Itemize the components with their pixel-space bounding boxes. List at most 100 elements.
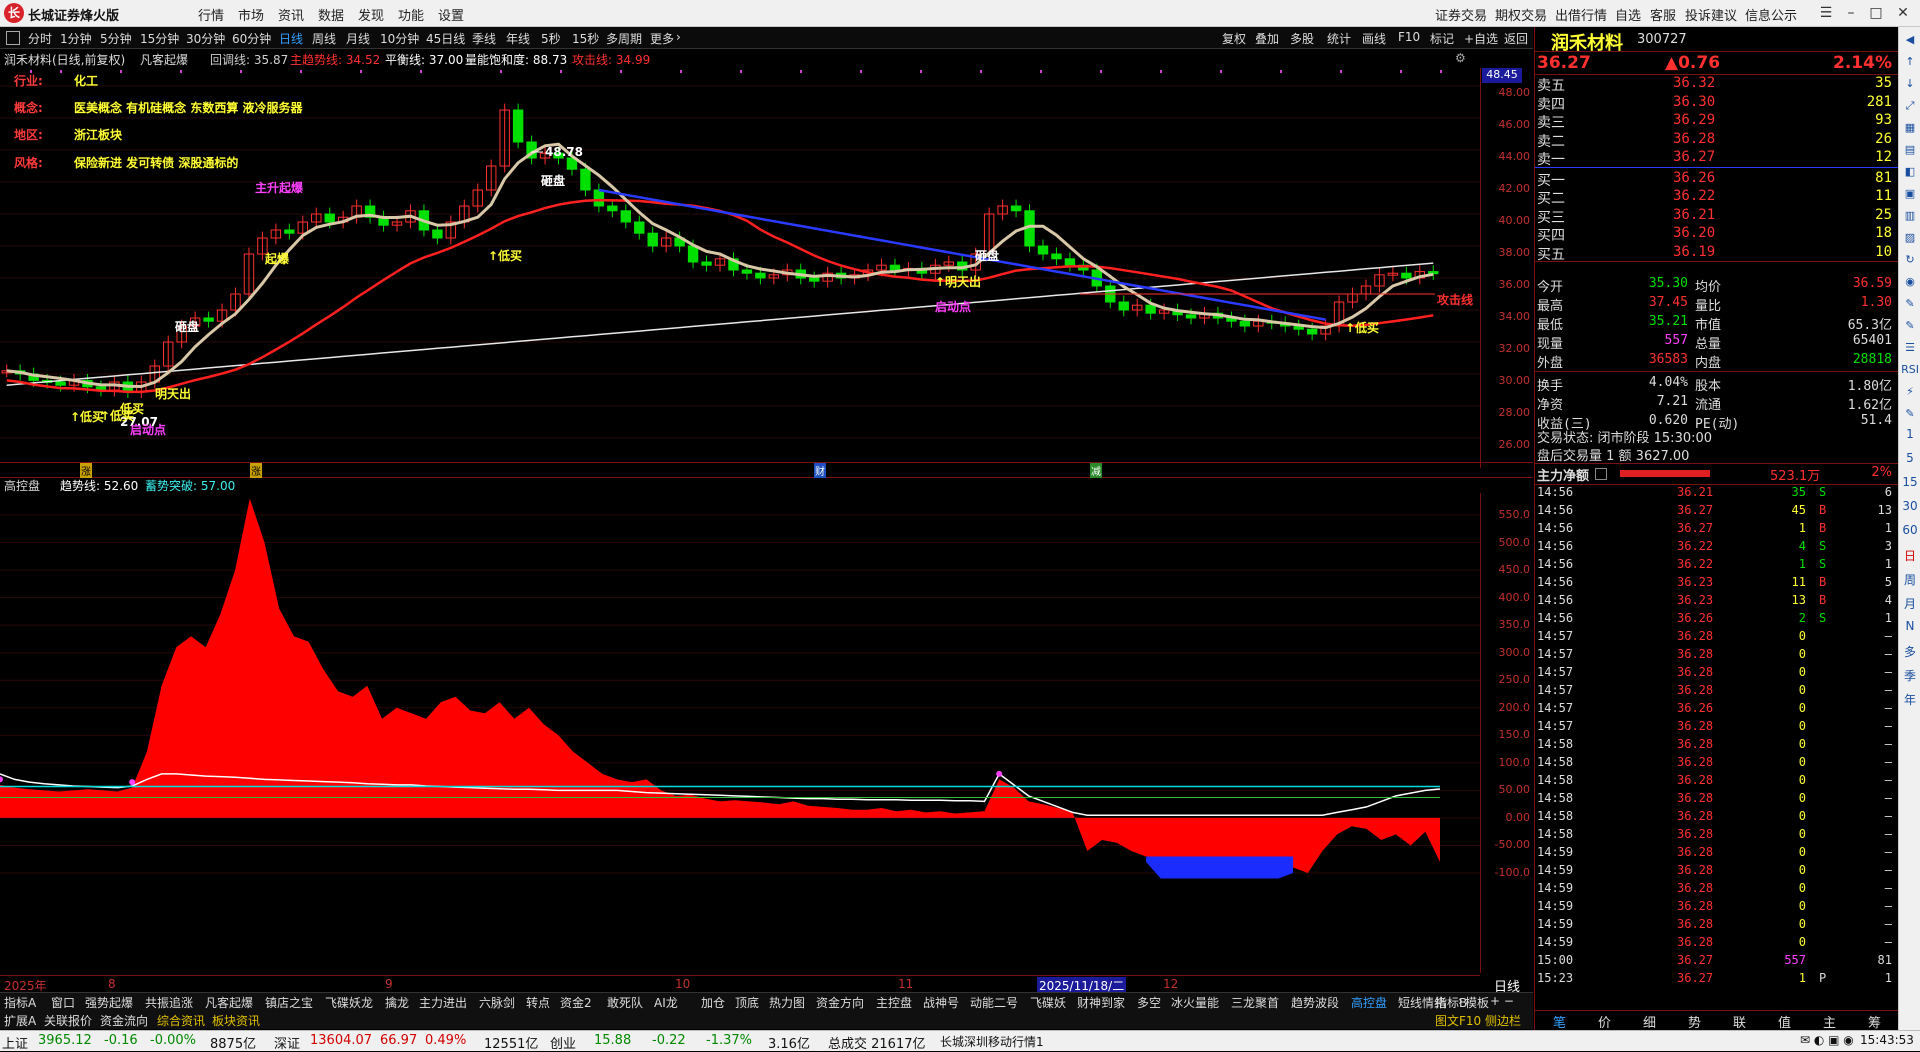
sidebar-period[interactable]: 15	[1901, 475, 1919, 491]
tab-related-quotes[interactable]: 关联报价	[44, 1012, 92, 1029]
period-1min[interactable]: 1分钟	[60, 30, 92, 47]
quote-tab[interactable]: 价	[1598, 1012, 1611, 1031]
period-30min[interactable]: 30分钟	[186, 30, 225, 47]
tab-extend-a[interactable]: 扩展A	[4, 1012, 36, 1029]
status-icons[interactable]: ✉ ◐ ▣ ◉	[1800, 1033, 1854, 1047]
event-marker[interactable]: 减	[1090, 463, 1102, 478]
indicator-tab[interactable]: 资金2	[560, 994, 592, 1011]
sidebar-tool-icon[interactable]: ✎	[1901, 319, 1919, 335]
quote-tab[interactable]: 值	[1778, 1012, 1791, 1031]
tool-mark[interactable]: 标记	[1430, 30, 1454, 47]
indicator-tab[interactable]: 镇店之宝	[265, 994, 313, 1011]
indicator-tab[interactable]: 加仓	[701, 994, 725, 1011]
indicator-tab[interactable]: 高控盘	[1351, 994, 1387, 1011]
period-15min[interactable]: 15分钟	[140, 30, 179, 47]
period-more[interactable]: 更多	[650, 30, 674, 47]
sidebar-tool-icon[interactable]: ▨	[1901, 231, 1919, 247]
order-book-row[interactable]: 卖二 36.28 26	[1535, 131, 1898, 150]
menu-data[interactable]: 数据	[318, 5, 344, 24]
period-weekly[interactable]: 周线	[312, 30, 336, 47]
indicator-tab[interactable]: 顶底	[735, 994, 759, 1011]
quote-tab[interactable]: 主	[1823, 1012, 1836, 1031]
order-book-row[interactable]: 卖三 36.29 93	[1535, 112, 1898, 131]
tab-general-news[interactable]: 综合资讯	[157, 1012, 205, 1029]
order-book-row[interactable]: 买一 36.26 81	[1535, 170, 1898, 189]
period-daily[interactable]: 日线	[279, 30, 303, 47]
menu-disclosure[interactable]: 信息公示	[1745, 5, 1797, 24]
indicator-tab[interactable]: 模板	[1465, 994, 1489, 1011]
panel-toggle-icon[interactable]	[6, 31, 20, 45]
indicator-tab[interactable]: 共振追涨	[145, 994, 193, 1011]
period-intraday[interactable]: 分时	[28, 30, 52, 47]
tool-f10[interactable]: F10	[1398, 30, 1420, 44]
sidebar-period[interactable]: 60	[1901, 523, 1919, 539]
order-book-row[interactable]: 卖四 36.30 281	[1535, 94, 1898, 113]
tool-draw[interactable]: 画线	[1362, 30, 1386, 47]
period-monthly[interactable]: 月线	[346, 30, 370, 47]
indicator-tab[interactable]: 资金方向	[816, 994, 864, 1011]
event-marker[interactable]: 涨	[250, 463, 262, 478]
close-icon[interactable]: ✕	[1892, 3, 1914, 23]
indicator-name[interactable]: 凡客起爆	[140, 51, 188, 68]
sidebar-tool-icon[interactable]: RSI	[1901, 363, 1919, 379]
sidebar-tool-icon[interactable]: ◀	[1901, 33, 1919, 49]
tab-sector-news[interactable]: 板块资讯	[212, 1012, 260, 1029]
zoom-icons[interactable]: + −	[1490, 994, 1514, 1008]
menu-complaints[interactable]: 投诉建议	[1685, 5, 1737, 24]
indicator-tab[interactable]: 转点	[526, 994, 550, 1011]
menu-settings[interactable]: 设置	[438, 5, 464, 24]
subchart-name[interactable]: 高控盘	[4, 477, 40, 494]
order-book-row[interactable]: 买二 36.22 11	[1535, 188, 1898, 207]
order-book-row[interactable]: 卖五 36.32 35	[1535, 75, 1898, 94]
sidebar-period[interactable]: 1	[1901, 427, 1919, 443]
candlestick-chart[interactable]: 48.7827.07攻击线砸盘砸盘砸盘主升起爆起爆明天出↑低买↑低买↑低买↑低买…	[0, 68, 1480, 468]
menu-watchlist[interactable]: 自选	[1615, 5, 1641, 24]
tool-statistics[interactable]: 统计	[1327, 30, 1351, 47]
menu-options-trading[interactable]: 期权交易	[1495, 5, 1547, 24]
sidebar-tool-icon[interactable]: ◧	[1901, 165, 1919, 181]
sidebar-tool-icon[interactable]: ⤢	[1901, 99, 1919, 115]
sidebar-tool-icon[interactable]: ▦	[1901, 121, 1919, 137]
period-10min[interactable]: 10分钟	[380, 30, 419, 47]
expand-icon[interactable]	[1595, 468, 1607, 480]
order-book-row[interactable]: 买四 36.20 18	[1535, 225, 1898, 244]
tick-list[interactable]: 14:56 36.21 35 S 6 14:56 36.27 45 B 13 14:56 36.27 1…	[1535, 485, 1898, 1005]
menu-discover[interactable]: 发现	[358, 5, 384, 24]
menu-market[interactable]: 市场	[238, 5, 264, 24]
sidebar-period[interactable]: 30	[1901, 499, 1919, 515]
indicator-tab[interactable]: 主控盘	[876, 994, 912, 1011]
order-book-row[interactable]: 买五 36.19 10	[1535, 244, 1898, 263]
quote-tab[interactable]: 联	[1733, 1012, 1746, 1031]
sidebar-period[interactable]: 周	[1901, 571, 1919, 587]
indicator-tab[interactable]: 窗口	[51, 994, 75, 1011]
order-book-row[interactable]: 买三 36.21 25	[1535, 207, 1898, 226]
settings-icon[interactable]: ☰	[1815, 3, 1837, 23]
indicator-tab[interactable]: 主力进出	[419, 994, 467, 1011]
period-60min[interactable]: 60分钟	[232, 30, 271, 47]
sidebar-tool-icon[interactable]: ↑	[1901, 55, 1919, 71]
indicator-tab[interactable]: AI龙	[654, 994, 678, 1011]
sidebar-tool-icon[interactable]: ☰	[1901, 341, 1919, 357]
period-year[interactable]: 年线	[506, 30, 530, 47]
sidebar-tool-icon[interactable]: ↻	[1901, 253, 1919, 269]
indicator-tab[interactable]: 趋势波段	[1291, 994, 1339, 1011]
tab-f10-sidebar[interactable]: 图文F10 侧边栏	[1435, 1012, 1521, 1029]
sz-label[interactable]: 深证	[274, 1033, 300, 1052]
quote-tab[interactable]: 筹	[1868, 1012, 1881, 1031]
indicator-tab[interactable]: 战神号	[923, 994, 959, 1011]
tool-overlay[interactable]: 叠加	[1255, 30, 1279, 47]
period-15sec[interactable]: 15秒	[572, 30, 599, 47]
tool-add-watchlist[interactable]: +自选	[1464, 30, 1498, 47]
menu-customer-service[interactable]: 客服	[1650, 5, 1676, 24]
tool-multi-stock[interactable]: 多股	[1290, 30, 1314, 47]
indicator-tab[interactable]: 财神到家	[1077, 994, 1125, 1011]
sidebar-period[interactable]: 月	[1901, 595, 1919, 611]
period-5min[interactable]: 5分钟	[100, 30, 132, 47]
minimize-icon[interactable]: –	[1840, 3, 1862, 23]
tab-capital-flow[interactable]: 资金流向	[100, 1012, 148, 1029]
chevron-right-icon[interactable]: ›	[676, 30, 681, 44]
indicator-tab[interactable]: 热力图	[769, 994, 805, 1011]
sidebar-tool-icon[interactable]: ▥	[1901, 209, 1919, 225]
period-5sec[interactable]: 5秒	[541, 30, 561, 47]
event-marker[interactable]: 涨	[80, 463, 92, 478]
